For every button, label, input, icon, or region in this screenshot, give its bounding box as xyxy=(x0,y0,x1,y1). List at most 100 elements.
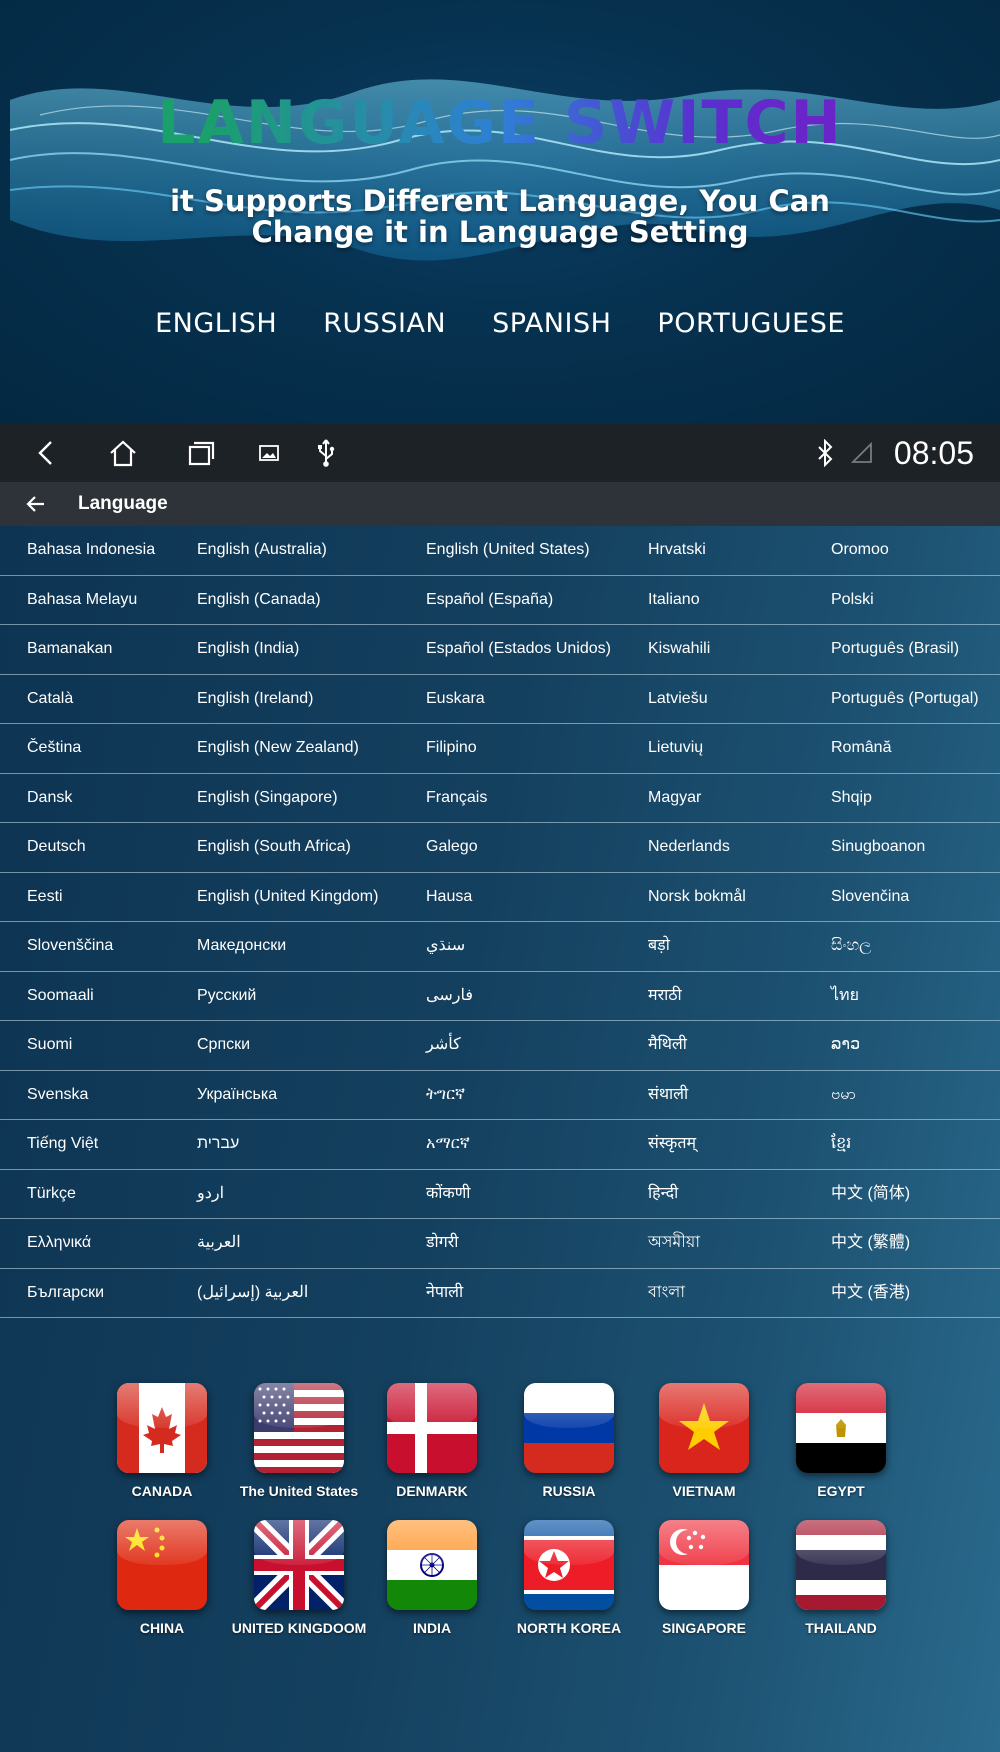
language-option[interactable]: Deutsch xyxy=(27,823,86,871)
language-option[interactable]: मैथिली xyxy=(648,1021,687,1069)
language-option[interactable]: Български xyxy=(27,1269,104,1317)
language-option[interactable]: Sinugboanon xyxy=(831,823,925,871)
flag-china: CHINA xyxy=(87,1520,237,1636)
language-option[interactable]: English (New Zealand) xyxy=(197,724,359,772)
flag-vietnam: VIETNAM xyxy=(629,1383,779,1499)
language-option[interactable]: Lietuvių xyxy=(648,724,703,772)
language-option[interactable]: Македонски xyxy=(197,922,286,970)
language-option[interactable]: العربية (إسرائيل) xyxy=(197,1269,308,1317)
language-option[interactable]: संस्कृतम् xyxy=(648,1120,696,1168)
language-option[interactable]: فارسی xyxy=(426,972,473,1020)
language-option[interactable]: Српски xyxy=(197,1021,250,1069)
language-option[interactable]: Eesti xyxy=(27,873,63,921)
language-option[interactable]: Italiano xyxy=(648,576,700,624)
language-option[interactable]: Filipino xyxy=(426,724,477,772)
language-option[interactable]: සිංහල xyxy=(831,922,871,970)
language-option[interactable]: बड़ो xyxy=(648,922,670,970)
language-option[interactable]: سنڌي xyxy=(426,922,465,970)
flag-thailand: THAILAND xyxy=(766,1520,916,1636)
language-table: Bahasa Indonesia English (Australia) Engli… xyxy=(0,526,1000,1318)
language-row: Suomi Српски كأشر मैथिली ລາວ xyxy=(0,1021,1000,1071)
flag-label: RUSSIA xyxy=(542,1483,596,1499)
clock: 08:05 xyxy=(893,435,974,471)
hero-language-list: ENGLISH RUSSIAN SPANISH PORTUGUESE xyxy=(0,308,1000,339)
language-option[interactable]: English (Ireland) xyxy=(197,675,314,723)
language-option[interactable]: English (South Africa) xyxy=(197,823,351,871)
settings-header: Language xyxy=(0,482,1000,526)
language-option[interactable]: English (United States) xyxy=(426,526,590,574)
language-option[interactable]: Hausa xyxy=(426,873,472,921)
language-option[interactable]: Slovenčina xyxy=(831,873,909,921)
language-option[interactable]: Slovenščina xyxy=(27,922,113,970)
language-option[interactable]: ລາວ xyxy=(831,1021,860,1069)
language-option[interactable]: 中文 (繁體) xyxy=(831,1219,910,1267)
language-option[interactable]: ខ្មែរ xyxy=(831,1120,851,1168)
language-option[interactable]: Svenska xyxy=(27,1071,88,1119)
language-option[interactable]: English (United Kingdom) xyxy=(197,873,378,921)
language-option[interactable]: ဗမာ xyxy=(831,1071,856,1119)
language-option[interactable]: Soomaali xyxy=(27,972,94,1020)
language-option[interactable]: বাংলা xyxy=(648,1269,685,1317)
recent-apps-button[interactable] xyxy=(176,424,226,482)
language-option[interactable]: Türkçe xyxy=(27,1170,76,1218)
language-option[interactable]: 中文 (简体) xyxy=(831,1170,910,1218)
language-option[interactable]: Norsk bokmål xyxy=(648,873,746,921)
language-option[interactable]: कोंकणी xyxy=(426,1170,470,1218)
language-option[interactable]: Ελληνικά xyxy=(27,1219,91,1267)
language-option[interactable]: Українська xyxy=(197,1071,277,1119)
language-option[interactable]: Русский xyxy=(197,972,256,1020)
language-option[interactable]: অসমীয়া xyxy=(648,1219,700,1267)
gallery-button[interactable] xyxy=(244,424,294,482)
language-option[interactable]: English (India) xyxy=(197,625,299,673)
language-option[interactable]: English (Australia) xyxy=(197,526,327,574)
language-option[interactable]: मराठी xyxy=(648,972,682,1020)
language-option[interactable]: Latviešu xyxy=(648,675,708,723)
language-option[interactable]: Euskara xyxy=(426,675,485,723)
language-option[interactable]: Português (Brasil) xyxy=(831,625,959,673)
language-option[interactable]: Español (Estados Unidos) xyxy=(426,625,611,673)
language-option[interactable]: Dansk xyxy=(27,774,72,822)
language-option[interactable]: Suomi xyxy=(27,1021,72,1069)
back-button[interactable] xyxy=(21,424,71,482)
language-option[interactable]: Tiếng Việt xyxy=(27,1120,98,1168)
language-option[interactable]: Čeština xyxy=(27,724,81,772)
usb-button[interactable] xyxy=(301,424,351,482)
language-option[interactable]: डोगरी xyxy=(426,1219,458,1267)
language-option[interactable]: اردو xyxy=(197,1170,224,1218)
language-option[interactable]: Hrvatski xyxy=(648,526,706,574)
language-option[interactable]: Magyar xyxy=(648,774,701,822)
language-option[interactable]: 中文 (香港) xyxy=(831,1269,910,1317)
language-option[interactable]: ትግርኛ xyxy=(426,1071,465,1119)
language-option[interactable]: Español (España) xyxy=(426,576,553,624)
language-option[interactable]: አማርኛ xyxy=(426,1120,470,1168)
language-option[interactable]: ไทย xyxy=(831,972,859,1020)
language-option[interactable]: Galego xyxy=(426,823,478,871)
language-option[interactable]: English (Singapore) xyxy=(197,774,338,822)
language-option[interactable]: Bahasa Melayu xyxy=(27,576,137,624)
language-option[interactable]: Kiswahili xyxy=(648,625,710,673)
language-option[interactable]: Polski xyxy=(831,576,874,624)
language-option[interactable]: नेपाली xyxy=(426,1269,463,1317)
language-option[interactable]: Bahasa Indonesia xyxy=(27,526,155,574)
flag-label: NORTH KOREA xyxy=(516,1620,622,1636)
language-option[interactable]: Română xyxy=(831,724,891,772)
flag-label: VIETNAM xyxy=(672,1483,736,1499)
language-option[interactable]: हिन्दी xyxy=(648,1170,678,1218)
language-option[interactable]: עברית xyxy=(197,1120,239,1168)
language-option[interactable]: Oromoo xyxy=(831,526,889,574)
language-option[interactable]: Bamanakan xyxy=(27,625,112,673)
language-row: Svenska Українська ትግርኛ संथाली ဗမာ xyxy=(0,1071,1000,1120)
language-row: Eesti English (United Kingdom) Hausa Norsk … xyxy=(0,873,1000,922)
language-option[interactable]: Shqip xyxy=(831,774,872,822)
flag-label: EGYPT xyxy=(817,1483,865,1499)
language-option[interactable]: English (Canada) xyxy=(197,576,321,624)
language-option[interactable]: كأشر xyxy=(426,1021,461,1069)
language-option[interactable]: العربية xyxy=(197,1219,241,1267)
language-option[interactable]: संथाली xyxy=(648,1071,688,1119)
language-option[interactable]: Català xyxy=(27,675,73,723)
header-back-button[interactable] xyxy=(18,482,54,526)
language-option[interactable]: Français xyxy=(426,774,487,822)
language-option[interactable]: Português (Portugal) xyxy=(831,675,979,723)
home-button[interactable] xyxy=(98,424,148,482)
language-option[interactable]: Nederlands xyxy=(648,823,730,871)
